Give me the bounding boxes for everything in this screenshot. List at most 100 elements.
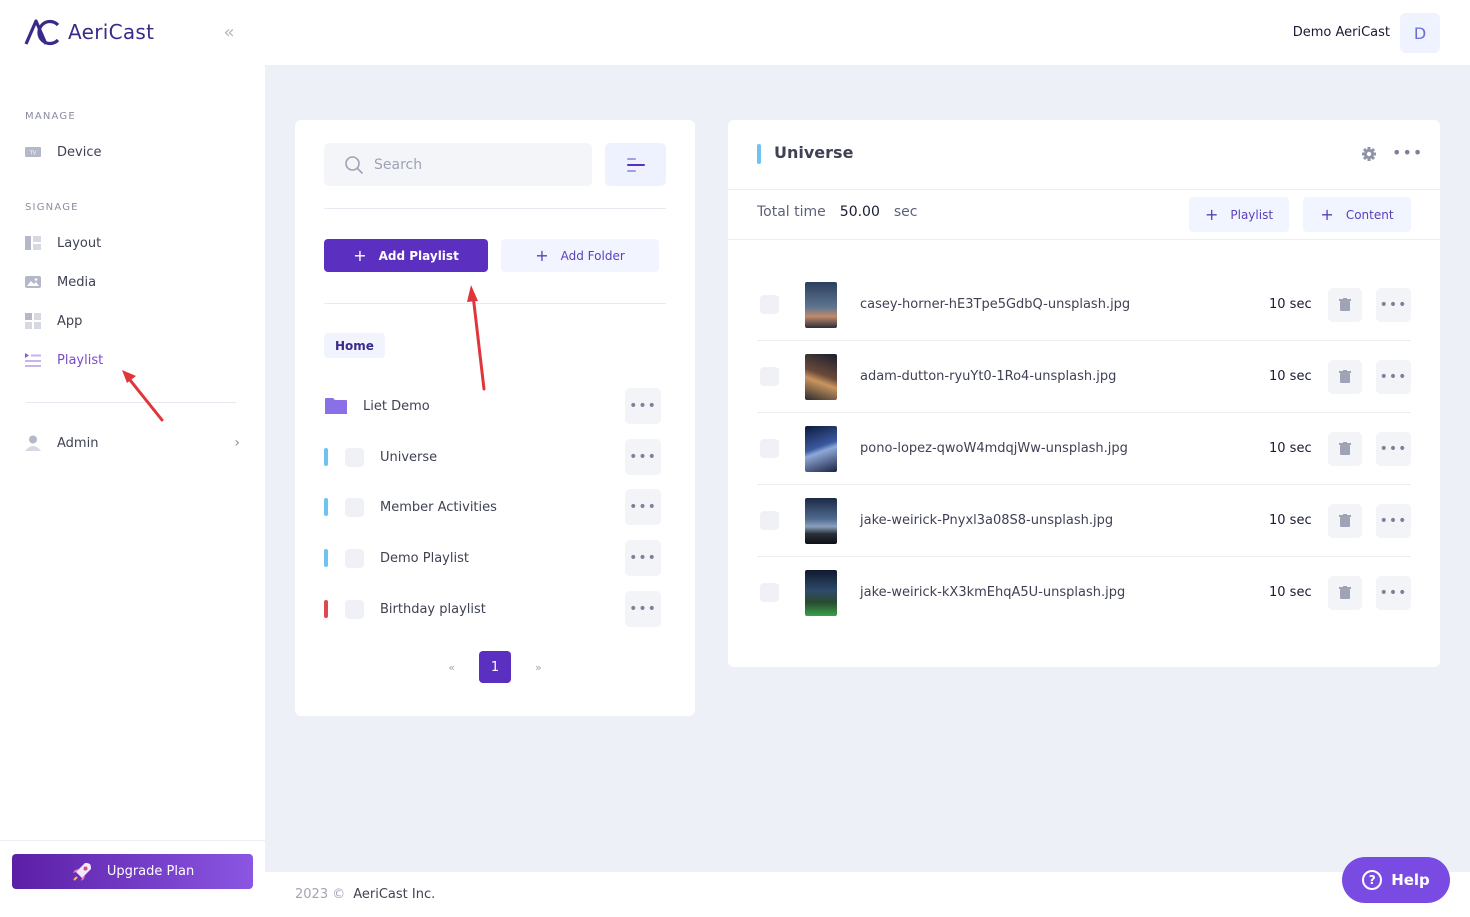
- folder-row[interactable]: Liet Demo •••: [324, 388, 661, 424]
- playlist-checkbox[interactable]: [345, 599, 364, 619]
- delete-button[interactable]: [1328, 504, 1362, 538]
- content-row[interactable]: jake-weirick-kX3kmEhqA5U-unsplash.jpg 10…: [757, 557, 1411, 629]
- breadcrumb-home[interactable]: Home: [324, 333, 385, 358]
- trash-icon: [1339, 586, 1351, 599]
- sidebar-item-admin[interactable]: Admin ›: [24, 428, 244, 458]
- more-options-icon[interactable]: •••: [625, 439, 661, 475]
- playlist-label: Universe: [380, 449, 438, 465]
- panel-divider: [728, 239, 1440, 240]
- copyright-year: 2023 ©: [295, 887, 346, 902]
- brand-name: AeriCast: [68, 20, 155, 44]
- company-link[interactable]: AeriCast Inc.: [353, 887, 435, 902]
- brand[interactable]: AeriCast: [24, 18, 154, 46]
- more-options-icon[interactable]: •••: [1376, 576, 1411, 610]
- content-duration: 10 sec: [1269, 369, 1312, 384]
- gear-icon[interactable]: [1360, 145, 1378, 163]
- playlist-checkbox[interactable]: [345, 497, 364, 517]
- add-folder-button[interactable]: + Add Folder: [501, 239, 659, 272]
- more-options-icon[interactable]: •••: [625, 591, 661, 627]
- more-options-icon[interactable]: •••: [1376, 288, 1411, 322]
- content-filename: pono-lopez-qwoW4mdqjWw-unsplash.jpg: [860, 441, 1128, 456]
- content-duration: 10 sec: [1269, 513, 1312, 528]
- add-playlist-button[interactable]: + Add Playlist: [324, 239, 488, 272]
- apps-icon: [24, 312, 42, 330]
- playlist-row[interactable]: Universe •••: [324, 439, 661, 475]
- pagination: « 1 »: [295, 651, 695, 683]
- sidebar-item-media[interactable]: Media: [24, 267, 244, 297]
- more-options-icon[interactable]: •••: [1376, 504, 1411, 538]
- avatar[interactable]: D: [1400, 13, 1440, 53]
- playlist-row[interactable]: Member Activities •••: [324, 489, 661, 525]
- delete-button[interactable]: [1328, 288, 1362, 322]
- content-row[interactable]: pono-lopez-qwoW4mdqjWw-unsplash.jpg 10 s…: [757, 413, 1411, 485]
- sidebar-item-app[interactable]: App: [24, 306, 244, 336]
- upgrade-plan-button[interactable]: Upgrade Plan: [12, 854, 253, 889]
- panel-divider: [324, 208, 666, 209]
- playlist-checkbox[interactable]: [345, 447, 364, 467]
- add-playlist-to-playlist-button[interactable]: + Playlist: [1189, 197, 1289, 232]
- more-options-icon[interactable]: •••: [1376, 432, 1411, 466]
- more-options-icon[interactable]: •••: [1376, 360, 1411, 394]
- playlist-color-bar: [324, 498, 328, 516]
- filter-button[interactable]: [605, 143, 666, 186]
- playlist-icon: [24, 351, 42, 369]
- sidebar-item-device[interactable]: TV Device: [24, 137, 244, 167]
- sidebar-item-label: Layout: [57, 235, 102, 251]
- content-checkbox[interactable]: [760, 511, 779, 530]
- delete-button[interactable]: [1328, 432, 1362, 466]
- next-page-button[interactable]: »: [535, 661, 542, 674]
- content-row[interactable]: jake-weirick-Pnyxl3a08S8-unsplash.jpg 10…: [757, 485, 1411, 557]
- add-folder-label: Add Folder: [560, 248, 625, 263]
- content-row[interactable]: casey-horner-hE3Tpe5GdbQ-unsplash.jpg 10…: [757, 269, 1411, 341]
- svg-text:TV: TV: [29, 151, 37, 157]
- content-checkbox[interactable]: [760, 439, 779, 458]
- sidebar-item-label: Media: [57, 274, 97, 290]
- playlist-checkbox[interactable]: [345, 548, 364, 568]
- add-content-button[interactable]: + Content: [1303, 197, 1411, 232]
- playlist-color-bar: [324, 549, 328, 567]
- sidebar: AeriCast « MANAGE TV Device SIGNAGE Layo…: [0, 0, 265, 917]
- trash-icon: [1339, 298, 1351, 311]
- user-name[interactable]: Demo AeriCast: [1293, 25, 1390, 40]
- playlists-panel: + Add Playlist + Add Folder Home Liet De…: [295, 120, 695, 716]
- sidebar-item-label: Admin: [57, 435, 99, 451]
- sidebar-item-layout[interactable]: Layout: [24, 228, 244, 258]
- playlist-label: Demo Playlist: [380, 550, 469, 566]
- playlist-label: Member Activities: [380, 499, 497, 515]
- sidebar-item-label: Playlist: [57, 352, 104, 368]
- search-icon: [345, 155, 363, 174]
- page-1-button[interactable]: 1: [479, 651, 511, 683]
- more-options-icon[interactable]: •••: [625, 489, 661, 525]
- more-options-icon[interactable]: •••: [625, 540, 661, 576]
- prev-page-button[interactable]: «: [448, 661, 455, 674]
- content-checkbox[interactable]: [760, 295, 779, 314]
- help-button[interactable]: ? Help: [1342, 857, 1450, 903]
- add-content-label: Content: [1345, 207, 1394, 222]
- folder-label: Liet Demo: [363, 398, 430, 414]
- playlist-detail-panel: Universe ••• Total time 50.00 sec + Play…: [728, 120, 1440, 667]
- search-field[interactable]: [324, 143, 592, 186]
- delete-button[interactable]: [1328, 360, 1362, 394]
- playlist-color-bar: [324, 448, 328, 466]
- total-time-label: Total time: [757, 204, 826, 220]
- tv-icon: TV: [24, 143, 42, 161]
- playlist-row[interactable]: Birthday playlist •••: [324, 591, 661, 627]
- content-duration: 10 sec: [1269, 441, 1312, 456]
- more-options-icon[interactable]: •••: [625, 388, 661, 424]
- search-input[interactable]: [374, 156, 574, 173]
- content-checkbox[interactable]: [760, 583, 779, 602]
- filter-lines-icon: [626, 157, 645, 172]
- sidebar-item-playlist[interactable]: Playlist: [24, 345, 244, 375]
- sidebar-divider: [26, 402, 236, 403]
- delete-button[interactable]: [1328, 576, 1362, 610]
- add-playlist-label: Add Playlist: [378, 248, 459, 263]
- content-checkbox[interactable]: [760, 367, 779, 386]
- more-options-icon[interactable]: •••: [1392, 143, 1423, 162]
- content-row[interactable]: adam-dutton-ryuYt0-1Ro4-unsplash.jpg 10 …: [757, 341, 1411, 413]
- collapse-sidebar-icon[interactable]: «: [218, 22, 240, 44]
- content-thumbnail: [805, 570, 837, 616]
- content-thumbnail: [805, 498, 837, 544]
- playlist-row[interactable]: Demo Playlist •••: [324, 540, 661, 576]
- add-playlist-label: Playlist: [1230, 207, 1274, 222]
- playlist-label: Birthday playlist: [380, 601, 486, 617]
